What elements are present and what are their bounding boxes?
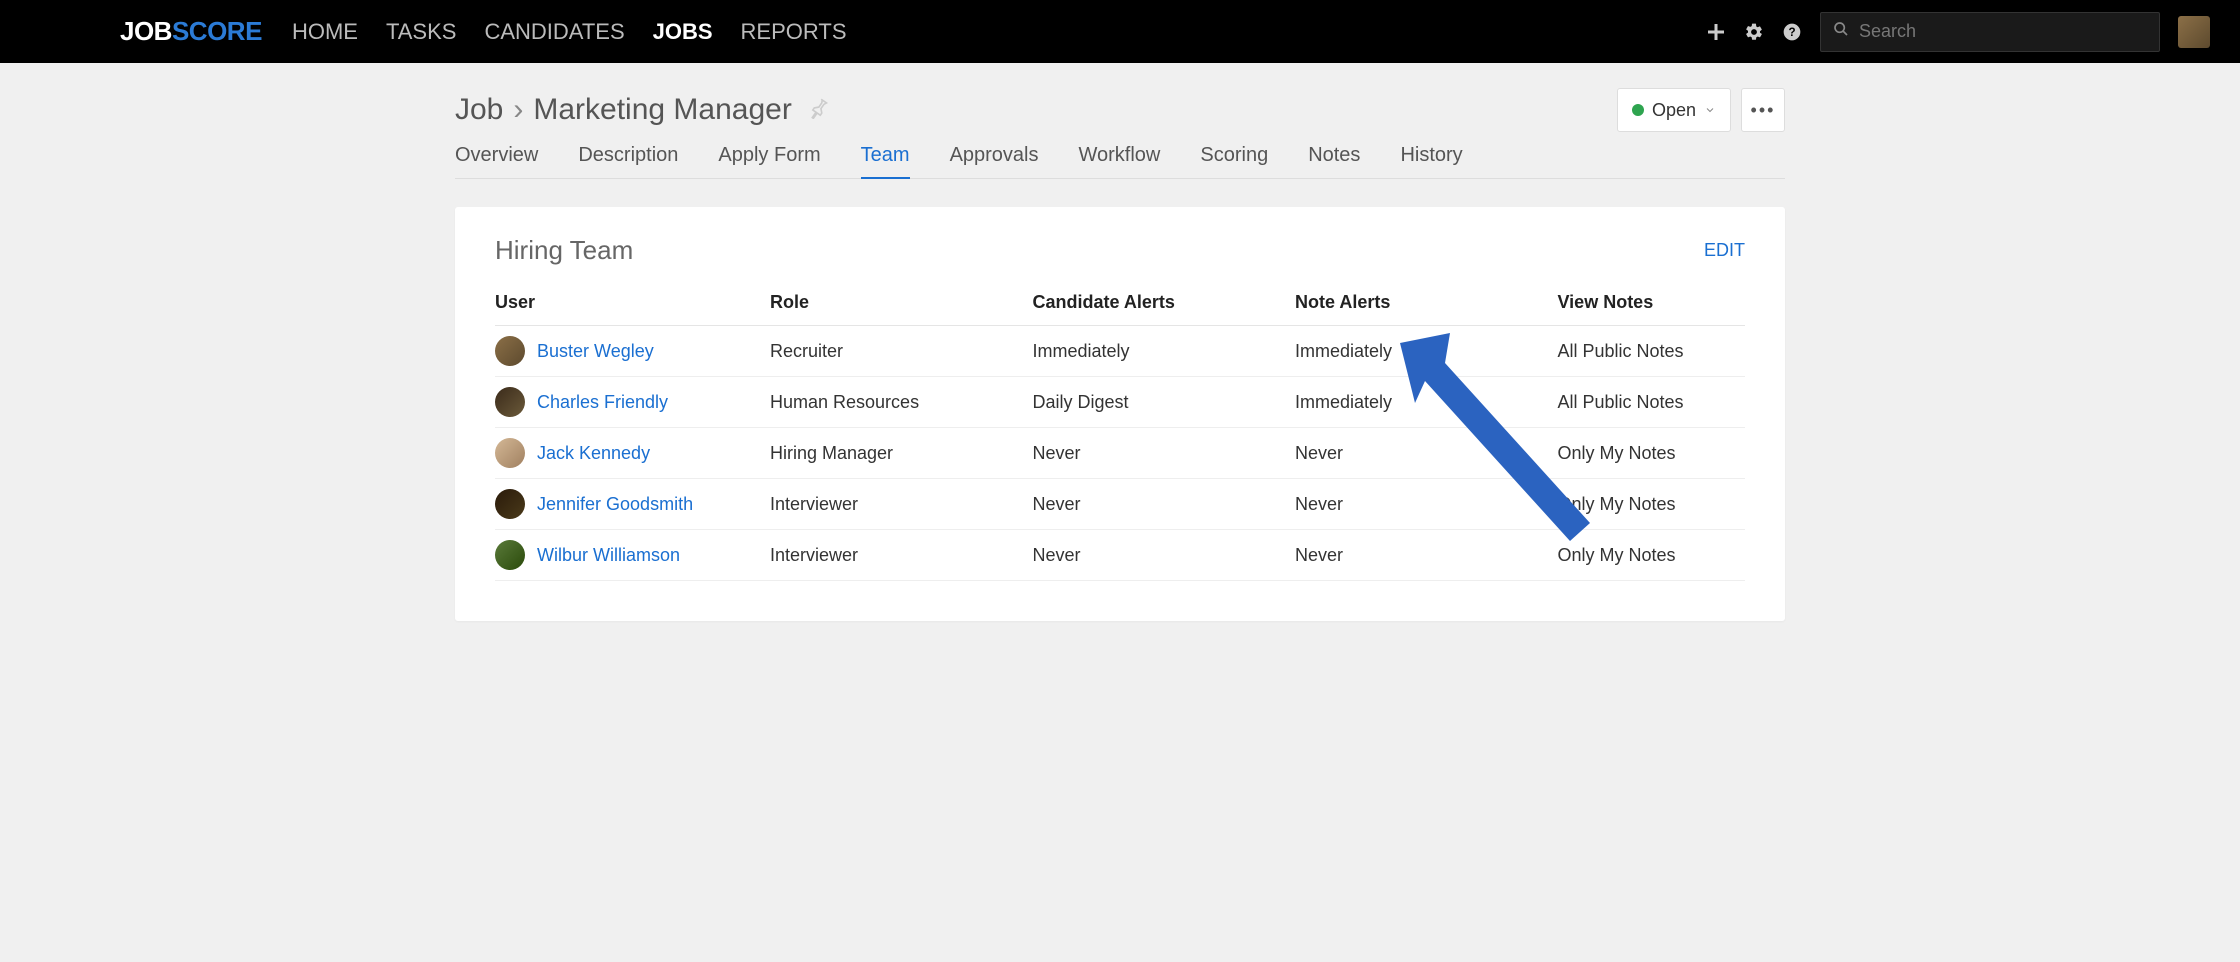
plus-icon[interactable] — [1706, 22, 1726, 42]
user-cell: Buster Wegley — [495, 326, 770, 377]
nav-link-jobs[interactable]: JOBS — [653, 19, 713, 45]
search-box[interactable] — [1820, 12, 2160, 52]
nav-link-home[interactable]: HOME — [292, 19, 358, 45]
help-icon[interactable]: ? — [1782, 22, 1802, 42]
search-input[interactable] — [1859, 21, 2147, 42]
user-avatar-icon — [495, 489, 525, 519]
cell-candidate-alerts: Never — [1033, 428, 1296, 479]
cell-view-notes: All Public Notes — [1558, 377, 1746, 428]
logo-part2: SCORE — [172, 16, 262, 47]
user-link[interactable]: Jack Kennedy — [537, 443, 650, 464]
top-nav: JOBSCORE HOMETASKSCANDIDATESJOBSREPORTS … — [0, 0, 2240, 63]
table-row: Charles Friendly Human ResourcesDaily Dig… — [495, 377, 1745, 428]
svg-text:?: ? — [1788, 26, 1795, 39]
logo[interactable]: JOBSCORE — [120, 16, 262, 47]
page-container: Job › Marketing Manager Open ••• Overvie… — [455, 63, 1785, 621]
tab-history[interactable]: History — [1400, 144, 1462, 179]
logo-part1: JOB — [120, 16, 172, 47]
topbar-right: ? — [1706, 12, 2210, 52]
cell-note-alerts: Never — [1295, 479, 1558, 530]
nav-link-reports[interactable]: REPORTS — [741, 19, 847, 45]
nav-links: HOME TASKS CANDIDATES JOBS REPORTS — [292, 19, 847, 45]
user-link[interactable]: Charles Friendly — [537, 392, 668, 413]
nav-link-candidates[interactable]: CANDIDATES — [484, 19, 624, 45]
user-avatar-icon — [495, 438, 525, 468]
cell-candidate-alerts: Immediately — [1033, 326, 1296, 377]
cell-note-alerts: Never — [1295, 428, 1558, 479]
cell-view-notes: Only My Notes — [1558, 479, 1746, 530]
tab-approvals[interactable]: Approvals — [950, 144, 1039, 179]
search-icon — [1833, 21, 1849, 42]
user-link[interactable]: Jennifer Goodsmith — [537, 494, 693, 515]
user-avatar-icon — [495, 387, 525, 417]
cell-view-notes: Only My Notes — [1558, 428, 1746, 479]
user-link[interactable]: Wilbur Williamson — [537, 545, 680, 566]
user-cell: Jennifer Goodsmith — [495, 479, 770, 530]
cell-candidate-alerts: Never — [1033, 479, 1296, 530]
breadcrumb-actions: Open ••• — [1617, 88, 1785, 132]
table-row: Wilbur WilliamsonInterviewerNeverNeverOn… — [495, 530, 1745, 581]
tab-notes[interactable]: Notes — [1308, 144, 1360, 179]
cell-role: Hiring Manager — [770, 428, 1033, 479]
column-header: Role — [770, 284, 1033, 326]
user-avatar[interactable] — [2178, 16, 2210, 48]
tab-description[interactable]: Description — [578, 144, 678, 179]
breadcrumb-current: Marketing Manager — [533, 93, 791, 127]
user-cell: Wilbur Williamson — [495, 530, 770, 581]
cell-role: Interviewer — [770, 479, 1033, 530]
tab-scoring[interactable]: Scoring — [1200, 144, 1268, 179]
cell-view-notes: All Public Notes — [1558, 326, 1746, 377]
cell-candidate-alerts: Daily Digest — [1033, 377, 1296, 428]
nav-link-tasks[interactable]: TASKS — [386, 19, 457, 45]
cell-candidate-alerts: Never — [1033, 530, 1296, 581]
gear-icon[interactable] — [1744, 22, 1764, 42]
chevron-right-icon: › — [513, 93, 523, 127]
tab-team[interactable]: Team — [861, 144, 910, 179]
edit-link[interactable]: EDIT — [1704, 240, 1745, 261]
column-header: Note Alerts — [1295, 284, 1558, 326]
table-row: Jennifer GoodsmithInterviewerNeverNeverO… — [495, 479, 1745, 530]
status-dot-icon — [1632, 104, 1644, 116]
column-header: User — [495, 284, 770, 326]
status-dropdown[interactable]: Open — [1617, 88, 1731, 132]
card-title: Hiring Team — [495, 235, 633, 266]
status-label: Open — [1652, 100, 1696, 121]
user-link[interactable]: Buster Wegley — [537, 341, 654, 362]
more-button[interactable]: ••• — [1741, 88, 1785, 132]
cell-role: Recruiter — [770, 326, 1033, 377]
breadcrumb: Job › Marketing Manager — [455, 93, 830, 127]
cell-note-alerts: Never — [1295, 530, 1558, 581]
cell-note-alerts: Immediately — [1295, 377, 1558, 428]
column-header: View Notes — [1558, 284, 1746, 326]
breadcrumb-row: Job › Marketing Manager Open ••• — [455, 88, 1785, 144]
cell-role: Human Resources — [770, 377, 1033, 428]
cell-role: Interviewer — [770, 530, 1033, 581]
table-row: Jack KennedyHiring ManagerNeverNeverOnly… — [495, 428, 1745, 479]
user-cell: Jack Kennedy — [495, 428, 770, 479]
cell-note-alerts: Immediately — [1295, 326, 1558, 377]
table-row: Buster WegleyRecruiterImmediatelyImmedia… — [495, 326, 1745, 377]
chevron-down-icon — [1704, 100, 1716, 121]
breadcrumb-root[interactable]: Job — [455, 93, 503, 127]
pin-icon[interactable] — [808, 93, 830, 127]
card-header: Hiring Team EDIT — [495, 235, 1745, 266]
user-avatar-icon — [495, 540, 525, 570]
tab-apply-form[interactable]: Apply Form — [718, 144, 820, 179]
tab-overview[interactable]: Overview — [455, 144, 538, 179]
user-avatar-icon — [495, 336, 525, 366]
hiring-team-table: UserRoleCandidate AlertsNote AlertsView … — [495, 284, 1745, 581]
tabs: Overview Description Apply Form Team Approva… — [455, 144, 1785, 179]
cell-view-notes: Only My Notes — [1558, 530, 1746, 581]
column-header: Candidate Alerts — [1033, 284, 1296, 326]
user-cell: Charles Friendly — [495, 377, 770, 428]
hiring-team-card: Hiring Team EDIT UserRoleCandidate Alert… — [455, 207, 1785, 621]
tab-workflow[interactable]: Workflow — [1079, 144, 1161, 179]
